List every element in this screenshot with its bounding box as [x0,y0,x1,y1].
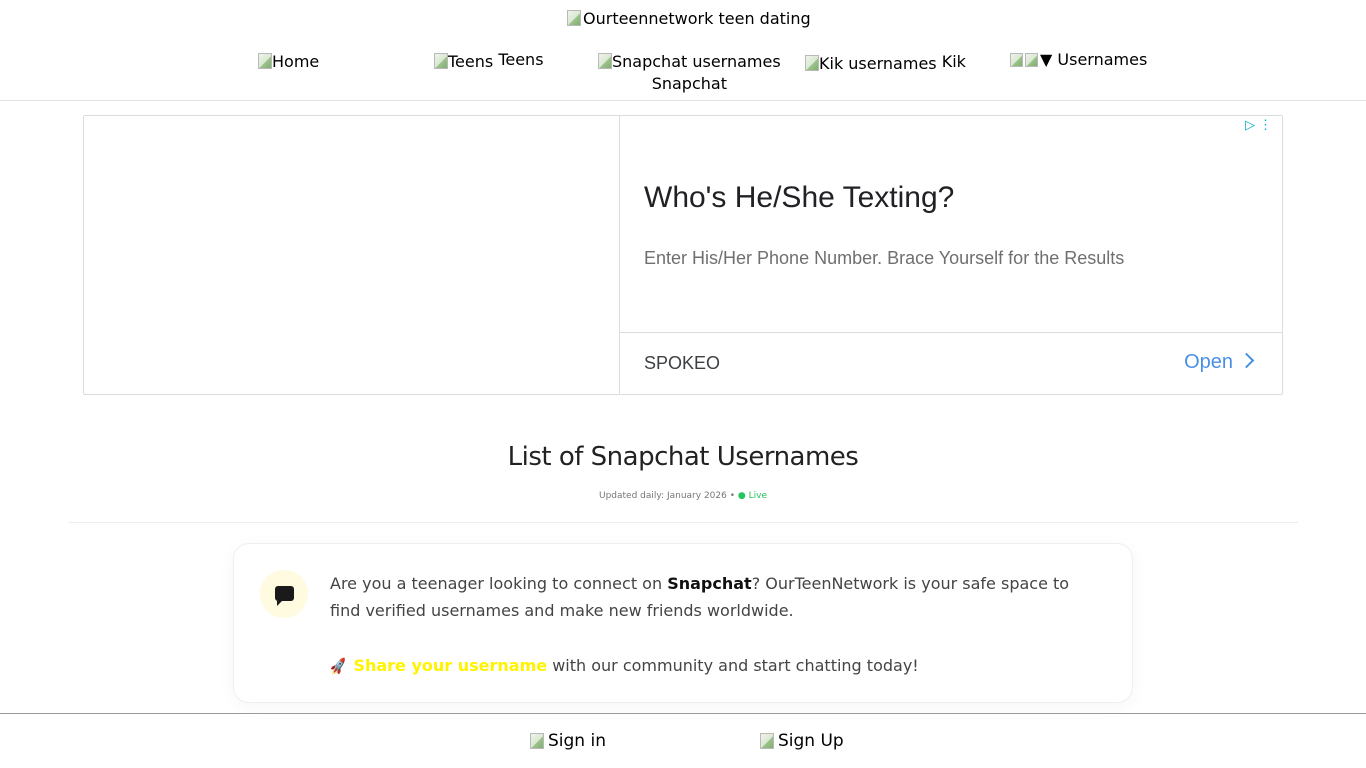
dropdown-caret-icon: ▼ [1040,50,1053,69]
broken-image-icon [258,53,272,69]
header-divider [0,100,1366,101]
nav-snapchat[interactable]: Snapchat usernames Snapchat [598,51,781,95]
intro-text-before: Are you a teenager looking to connect on [330,574,668,593]
broken-image-icon [1010,53,1023,67]
site-logo[interactable]: Ourteennetwork teen dating [567,8,811,30]
intro-cta-rest: with our community and start chatting to… [547,656,919,675]
chat-bubble-icon [260,570,308,618]
nav-home[interactable]: Home [258,51,319,73]
broken-image-icon [434,53,448,69]
ad-description: Enter His/Her Phone Number. Brace Yourse… [644,248,1125,268]
nav-teens[interactable]: Teens Teens [434,49,544,73]
page-title: List of Snapchat Usernames [507,442,859,472]
broken-image-icon [567,10,581,26]
sign-in-link[interactable]: Sign in [530,730,606,752]
broken-image-icon [805,55,819,71]
adchoices-icon[interactable]: ▷⋮ [1245,118,1276,132]
intro-cta: 🚀 Share your username with our community … [328,652,919,681]
ad-headline[interactable]: Who's He/She Texting? [644,180,954,216]
broken-image-icon [530,733,544,749]
sign-up-link[interactable]: Sign Up [760,730,844,752]
nav-teens-label: Teens [498,50,544,69]
updated-status: Updated daily: January 2026 • ● Live [0,490,1366,502]
share-username-link[interactable]: Share your username [353,656,547,675]
sign-up-label: Sign Up [778,731,844,751]
intro-text-bold: Snapchat [667,574,752,593]
nav-kik[interactable]: Kik usernames Kik [805,51,966,75]
nav-home-alt: Home [272,52,320,71]
broken-image-icon [760,733,774,749]
chevron-right-icon [1238,352,1255,369]
ad-image-area[interactable] [84,116,620,394]
nav-kik-label: Kik [941,52,966,71]
nav-usernames-dropdown[interactable]: ▼ Usernames [1010,49,1147,71]
nav-snapchat-label: Snapchat [651,74,727,93]
ad-divider [619,332,1282,333]
updated-text: Updated daily: January 2026 • [599,491,736,501]
logo-alt-text: Ourteennetwork teen dating [583,9,811,28]
rocket-icon: 🚀 [328,657,349,677]
nav-kik-alt: Kik usernames [819,54,937,73]
ad-advertiser: SPOKEO [644,353,721,373]
ad-open-button[interactable]: Open [1184,350,1255,374]
nav-teens-alt: Teens [448,52,494,71]
live-badge: ● Live [737,491,767,501]
nav-usernames-label: Usernames [1057,50,1148,69]
footer-divider [0,713,1366,714]
title-divider [69,522,1298,523]
broken-image-icon [598,53,612,69]
ad-open-label: Open [1184,351,1233,373]
nav-snapchat-alt: Snapchat usernames [612,52,781,71]
intro-text: Are you a teenager looking to connect on… [330,570,1070,624]
intro-card: Are you a teenager looking to connect on… [233,543,1133,703]
broken-image-icon [1025,53,1038,67]
advertisement[interactable]: ▷⋮ Who's He/She Texting? Enter His/Her P… [83,115,1283,395]
sign-in-label: Sign in [548,731,606,751]
